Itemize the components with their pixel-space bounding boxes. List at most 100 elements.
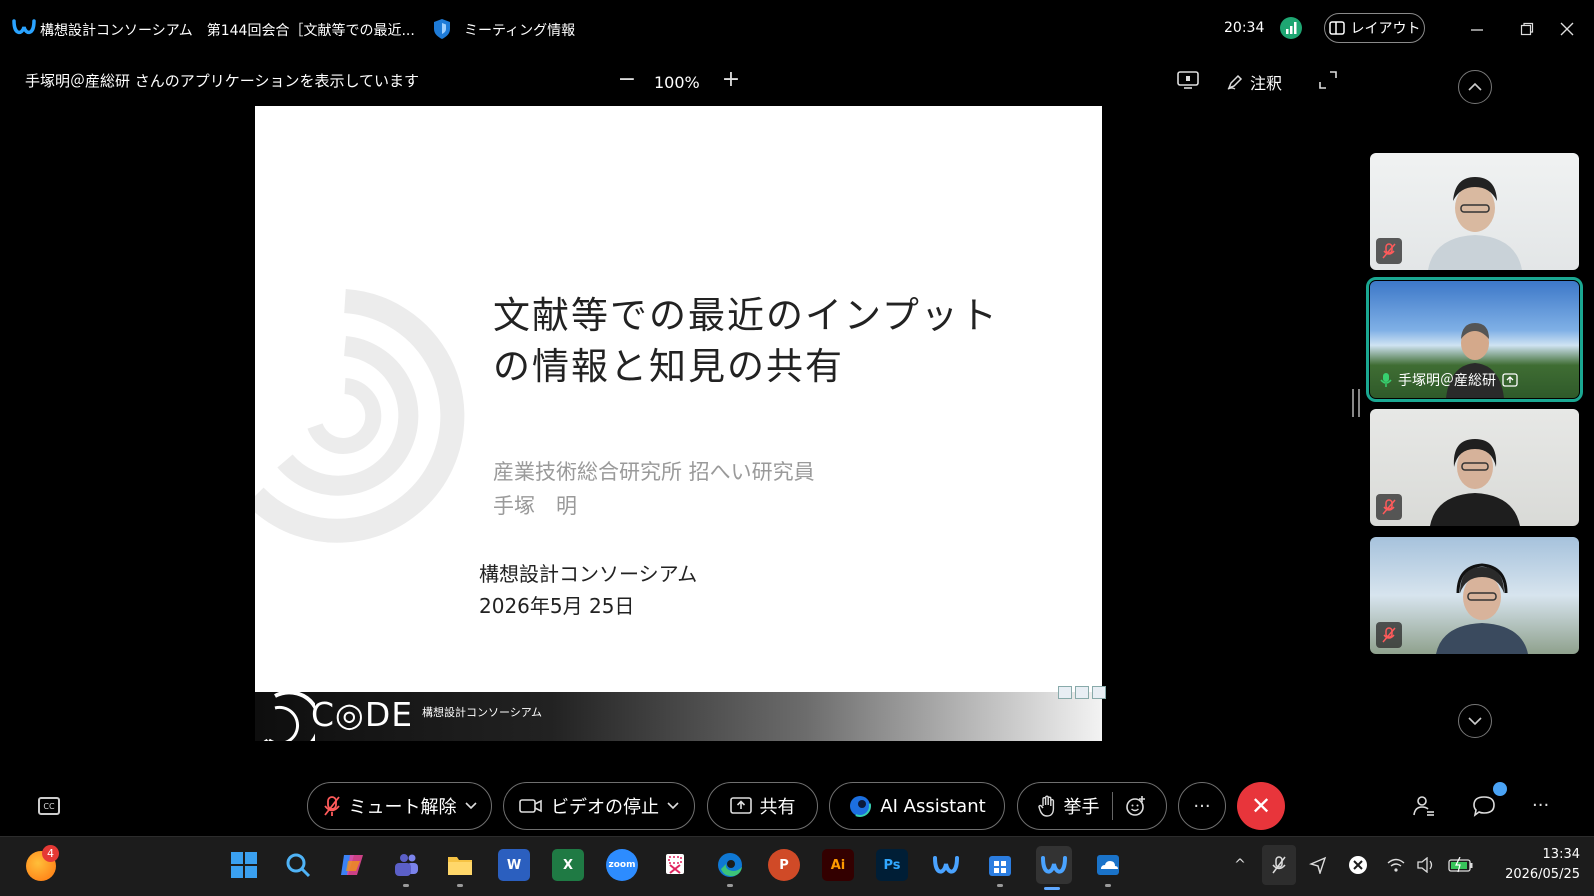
speaker-name-bar: 手塚明＠産総研 [1380,370,1518,390]
chevron-down-icon[interactable] [667,802,679,810]
excel-app[interactable]: X [552,849,584,881]
unmute-button[interactable]: ミュート解除 [307,782,492,830]
ai-assistant-button[interactable]: AI Assistant [829,782,1005,830]
muted-mic-badge [1376,622,1402,648]
restore-button[interactable] [1514,16,1540,42]
battery-charging-icon [1448,857,1473,873]
wifi-icon[interactable] [1386,855,1406,875]
meeting-info-link[interactable]: ミーティング情報 [464,20,575,40]
panel-resize-handle[interactable] [1352,389,1360,417]
participant-video[interactable] [1370,409,1579,526]
mic-off-icon [1382,499,1396,515]
volume-icon[interactable] [1416,855,1436,875]
active-speaker-video[interactable]: 手塚明＠産総研 [1366,277,1583,402]
copilot-app[interactable] [336,849,368,881]
tray-overflow-chevron[interactable]: ^ [1230,855,1250,875]
meeting-clock: 20:34 [1224,20,1265,36]
participants-icon[interactable] [1412,794,1436,818]
slide-footer: C◎DE 構想設計コンソーシアム [255,692,1102,741]
zoom-out-button[interactable]: − [614,64,640,94]
running-indicator [1105,884,1111,887]
share-screen-icon [729,797,752,814]
onedrive-app[interactable] [1092,849,1124,887]
status-x-icon[interactable] [1348,855,1368,875]
slide-close-icon[interactable] [1058,686,1072,699]
chat-icon[interactable] [1472,794,1496,818]
start-button[interactable] [228,849,260,881]
speaker-icon [1417,857,1433,873]
chevron-up-icon [1468,82,1482,91]
stop-video-button[interactable]: ビデオの停止 [503,782,695,830]
participant-video[interactable] [1370,153,1579,270]
annotate-button[interactable]: 注釈 [1226,70,1282,94]
active-indicator [1044,887,1060,890]
store-icon [989,856,1011,876]
pen-icon [1227,74,1243,90]
closed-captions-button[interactable]: CC [38,797,60,815]
teams-app[interactable] [390,849,422,887]
scroll-participants-up-button[interactable] [1458,70,1492,104]
webex-app[interactable] [930,849,962,881]
fullscreen-icon[interactable] [1318,70,1338,90]
slide-edit-icon[interactable] [1075,686,1089,699]
shield-icon[interactable] [432,18,452,40]
illustrator-app[interactable]: Ai [822,849,854,881]
photoshop-app[interactable]: Ps [876,849,908,881]
leave-meeting-button[interactable]: ✕ [1237,782,1285,830]
slide-title: 文献等での最近のインプット の情報と知見の共有 [493,294,999,388]
more-options-button[interactable]: ··· [1178,782,1226,830]
raise-hand-label: 挙手 [1063,797,1100,818]
chevron-down-icon[interactable] [464,802,477,810]
share-label: 共有 [759,797,796,818]
video-camera-icon [519,799,542,813]
notification-badge: 4 [42,845,59,862]
slide-organization: 構想設計コンソーシアム [479,562,698,586]
remote-control-icon[interactable] [1176,70,1200,90]
system-date[interactable]: 2026/05/25 [1492,867,1580,882]
store-app[interactable] [984,849,1016,887]
edge-app[interactable] [714,849,746,887]
mic-muted-tray-icon[interactable] [1262,845,1296,885]
network-signal-icon[interactable] [1280,17,1302,39]
search-button[interactable] [282,849,314,881]
webex-icon [1041,856,1067,874]
file-explorer-app[interactable] [444,849,476,887]
layout-button[interactable]: レイアウト [1324,13,1425,43]
slide-notes-icon[interactable] [1092,686,1106,699]
edge-icon [718,853,742,877]
powerpoint-app[interactable]: P [768,849,800,881]
zoom-app[interactable]: zoom [606,849,638,881]
scroll-participants-down-button[interactable] [1458,704,1492,738]
zoom-in-button[interactable]: + [718,64,744,94]
muted-mic-badge [1376,494,1402,520]
minimize-icon [1471,29,1483,31]
participant-video[interactable] [1370,537,1579,654]
mic-on-icon [1380,373,1392,387]
copilot-icon [341,855,363,875]
snipping-tool-icon [666,854,684,874]
slide-affiliation: 産業技術総合研究所 招へい研究員 [493,460,815,484]
reaction-icon[interactable] [1125,795,1147,817]
running-indicator [403,884,409,887]
wifi-signal-icon [1387,858,1405,872]
running-indicator [457,884,463,887]
word-app[interactable]: W [498,849,530,881]
webex-meeting-app[interactable] [1036,846,1072,890]
onedrive-icon [1097,855,1119,875]
minimize-button[interactable] [1464,16,1490,42]
location-icon[interactable] [1308,855,1328,875]
slide-control-icons [1058,686,1106,699]
overflow-menu-button[interactable]: ··· [1532,795,1549,816]
slide-date: 2026年5月 25日 [479,594,635,618]
code-subtitle: 構想設計コンソーシアム [422,706,543,719]
webex-logo-icon [12,19,36,35]
close-window-button[interactable] [1554,16,1580,42]
battery-icon[interactable] [1448,855,1474,875]
raise-hand-button[interactable]: 挙手 [1017,782,1167,830]
sharing-status-text: 手塚明＠産総研 さんのアプリケーションを表示しています [25,72,420,90]
share-button[interactable]: 共有 [707,782,818,830]
presentation-slide: 文献等での最近のインプット の情報と知見の共有 産業技術総合研究所 招へい研究員… [255,106,1102,741]
system-time[interactable]: 13:34 [1492,847,1580,862]
code-logo: C◎DE [311,695,414,734]
snipping-tool-app[interactable] [660,849,692,881]
